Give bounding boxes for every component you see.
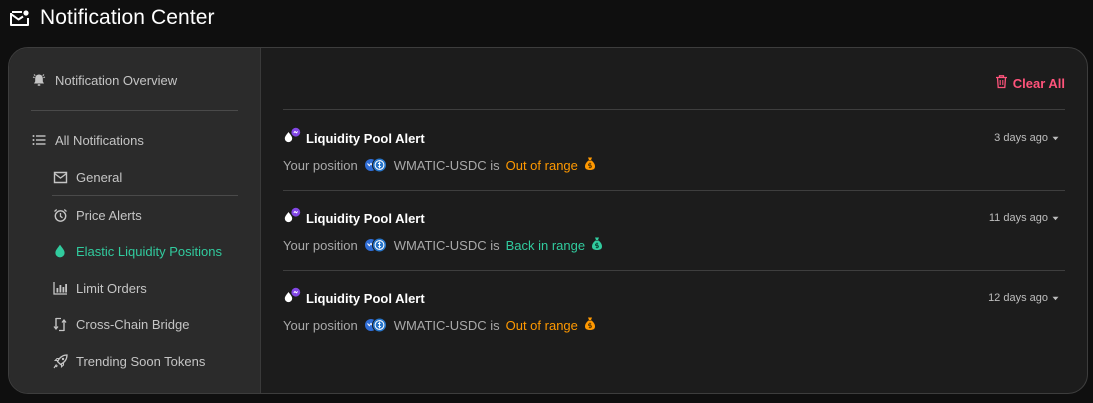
sidebar-item-notification-overview[interactable]: Notification Overview xyxy=(31,72,177,88)
notification-time-toggle[interactable]: 11 days ago xyxy=(989,212,1059,224)
sidebar-item-general[interactable]: General xyxy=(52,169,122,185)
notification-prefix: Your position xyxy=(283,237,358,253)
clear-all-label: Clear All xyxy=(1012,75,1065,91)
notification-item[interactable]: Liquidity Pool Alert 11 days ago Your po… xyxy=(283,190,1065,270)
notification-title: Liquidity Pool Alert xyxy=(306,291,425,306)
bar-chart-icon xyxy=(52,280,68,296)
sidebar-item-trending-soon-tokens[interactable]: Trending Soon Tokens xyxy=(52,353,205,369)
notification-time: 3 days ago xyxy=(994,132,1048,144)
range-status: Back in range xyxy=(505,237,586,253)
range-status: Out of range xyxy=(505,157,578,173)
caret-down-icon xyxy=(1052,132,1059,144)
mail-icon xyxy=(52,169,68,185)
alarm-clock-icon xyxy=(52,207,68,223)
sidebar-item-label: Limit Orders xyxy=(76,280,147,296)
notification-header: Liquidity Pool Alert xyxy=(283,287,425,310)
liquidity-pool-icon xyxy=(283,207,301,230)
notification-header: Liquidity Pool Alert xyxy=(283,207,425,230)
notification-prefix: Your position xyxy=(283,317,358,333)
notification-body: Your position WMATIC-USDC is Back in ran… xyxy=(283,236,603,254)
sidebar-item-label: All Notifications xyxy=(55,132,144,148)
notification-list-area: Clear All Liquidity Pool Alert 3 days ag… xyxy=(261,48,1087,393)
money-bag-icon xyxy=(591,236,603,254)
sidebar-item-label: Trending Soon Tokens xyxy=(76,353,206,369)
range-status: Out of range xyxy=(505,317,578,333)
divider xyxy=(52,195,238,196)
sidebar-item-label: Notification Overview xyxy=(55,72,178,88)
mail-bell-icon xyxy=(9,9,30,28)
sidebar: Notification Overview All Notifications … xyxy=(9,48,261,393)
notification-body: Your position WMATIC-USDC is Out of rang… xyxy=(283,316,596,334)
notification-panel: Notification Overview All Notifications … xyxy=(8,47,1088,394)
caret-down-icon xyxy=(1052,212,1059,224)
money-bag-icon xyxy=(584,316,596,334)
sidebar-item-label: General xyxy=(76,169,123,185)
token-pair: WMATIC-USDC is xyxy=(393,237,500,253)
sidebar-item-cross-chain-bridge[interactable]: Cross-Chain Bridge xyxy=(52,316,189,332)
sidebar-item-all-notifications[interactable]: All Notifications xyxy=(31,132,144,148)
notification-time-toggle[interactable]: 12 days ago xyxy=(988,292,1059,304)
sidebar-item-label: Elastic Liquidity Positions xyxy=(76,243,222,259)
notification-item[interactable]: Liquidity Pool Alert 12 days ago Your po… xyxy=(283,270,1065,350)
caret-down-icon xyxy=(1052,292,1059,304)
sidebar-item-label: Price Alerts xyxy=(76,207,142,223)
token-pair: WMATIC-USDC is xyxy=(393,317,500,333)
notification-body: Your position WMATIC-USDC is Out of rang… xyxy=(283,156,596,174)
droplet-icon xyxy=(52,243,68,259)
list-icon xyxy=(31,132,47,148)
token-pair: WMATIC-USDC is xyxy=(393,157,500,173)
liquidity-pool-icon xyxy=(283,127,301,150)
page-header: Notification Center xyxy=(9,5,215,31)
clear-all-button[interactable]: Clear All xyxy=(995,74,1065,92)
token-pair-icons xyxy=(364,157,388,173)
trash-icon xyxy=(995,74,1008,92)
sidebar-item-price-alerts[interactable]: Price Alerts xyxy=(52,207,142,223)
token-pair-icons xyxy=(364,237,388,253)
notification-item[interactable]: Liquidity Pool Alert 3 days ago Your pos… xyxy=(283,110,1065,190)
sidebar-item-limit-orders[interactable]: Limit Orders xyxy=(52,280,147,296)
page-title: Notification Center xyxy=(40,6,215,29)
notification-time: 11 days ago xyxy=(988,212,1048,224)
notification-time-toggle[interactable]: 3 days ago xyxy=(994,132,1059,144)
notification-header: Liquidity Pool Alert xyxy=(283,127,425,150)
liquidity-pool-icon xyxy=(283,287,301,310)
bell-icon xyxy=(31,72,47,88)
money-bag-icon xyxy=(584,156,596,174)
notification-title: Liquidity Pool Alert xyxy=(306,131,425,146)
notification-time: 12 days ago xyxy=(988,292,1048,304)
bridge-icon xyxy=(52,316,68,332)
token-pair-icons xyxy=(364,317,388,333)
sidebar-item-label: Cross-Chain Bridge xyxy=(76,316,190,332)
notification-prefix: Your position xyxy=(283,157,358,173)
divider xyxy=(31,110,238,111)
notification-title: Liquidity Pool Alert xyxy=(306,211,425,226)
rocket-icon xyxy=(52,353,68,369)
sidebar-item-elastic-liquidity-positions[interactable]: Elastic Liquidity Positions xyxy=(52,243,222,259)
